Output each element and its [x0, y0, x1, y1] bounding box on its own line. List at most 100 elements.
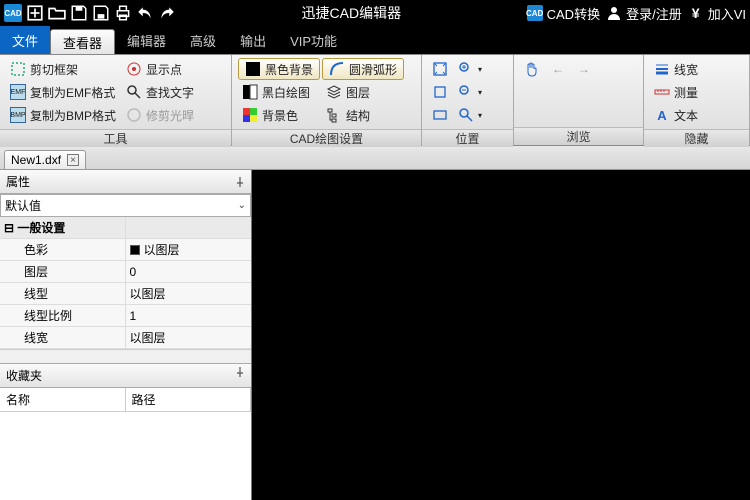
save-icon[interactable]	[70, 4, 88, 22]
ribbon-group-tools: 剪切框架 EMF复制为EMF格式 BMP复制为BMP格式 显示点 查找文字 修剪…	[0, 55, 232, 145]
prop-row-color[interactable]: 色彩以图层	[0, 239, 251, 261]
chevron-down-icon: ⌄	[238, 200, 246, 211]
prop-section[interactable]: ⊟ 一般设置	[0, 217, 251, 239]
favorites-body	[0, 412, 251, 500]
prop-row-layer[interactable]: 图层0	[0, 261, 251, 283]
smooth-arc-button[interactable]: 圆滑弧形	[322, 58, 404, 80]
app-title: 迅捷CAD编辑器	[180, 3, 523, 23]
open-icon[interactable]	[48, 4, 66, 22]
favorites-header: 收藏夹	[0, 363, 251, 388]
pin-icon[interactable]	[235, 177, 245, 187]
prop-row-lweight[interactable]: 线宽以图层	[0, 327, 251, 349]
menu-output[interactable]: 输出	[228, 26, 278, 54]
fit2-icon	[432, 84, 448, 100]
text-button[interactable]: A文本	[650, 104, 702, 126]
ribbon-group-tools-title: 工具	[0, 129, 231, 147]
copy-bmp-button[interactable]: BMP复制为BMP格式	[6, 104, 120, 126]
ribbon-group-cad-title: CAD绘图设置	[232, 129, 421, 147]
prop-row-ltscale[interactable]: 线型比例1	[0, 305, 251, 327]
fav-col-path[interactable]: 路径	[126, 388, 252, 411]
ribbon-group-hide: 线宽 测量 A文本 隐藏	[644, 55, 750, 145]
measure-button[interactable]: 测量	[650, 81, 702, 103]
ribbon: 剪切框架 EMF复制为EMF格式 BMP复制为BMP格式 显示点 查找文字 修剪…	[0, 54, 750, 146]
properties-header: 属性	[0, 170, 251, 194]
copy-emf-button[interactable]: EMF复制为EMF格式	[6, 81, 120, 103]
zoom-in-icon	[458, 61, 474, 77]
menu-viewer[interactable]: 查看器	[50, 29, 115, 54]
find-text-button[interactable]: 查找文字	[122, 81, 198, 103]
menu-vip[interactable]: VIP功能	[278, 26, 349, 54]
ribbon-group-position-title: 位置	[422, 129, 513, 147]
structure-icon	[326, 107, 342, 123]
pos-btn-3[interactable]	[428, 104, 452, 126]
new-icon[interactable]	[26, 4, 44, 22]
arc-icon	[329, 61, 345, 77]
document-tab[interactable]: New1.dxf ×	[4, 150, 86, 169]
linewidth-button[interactable]: 线宽	[650, 58, 702, 80]
layer-icon	[326, 84, 342, 100]
side-panel: 属性 默认值 ⌄ ⊟ 一般设置 色彩以图层 图层0 线型以图层 线型比例1 线宽…	[0, 170, 252, 500]
ribbon-group-hide-title: 隐藏	[644, 129, 749, 147]
ribbon-group-position: ▾ ▾ ▾ 位置	[422, 55, 514, 145]
fit-icon	[432, 61, 448, 77]
chevron-down-icon: ▾	[478, 65, 482, 74]
menu-file[interactable]: 文件	[0, 26, 50, 54]
color-swatch	[130, 245, 140, 255]
titlebar: CAD 迅捷CAD编辑器 CADCAD转换 登录/注册 ¥加入VI	[0, 0, 750, 26]
document-tabs: New1.dxf ×	[0, 146, 750, 170]
bw-icon	[242, 84, 258, 100]
prop-row-linetype[interactable]: 线型以图层	[0, 283, 251, 305]
titlebar-right: CADCAD转换 登录/注册 ¥加入VI	[523, 0, 750, 26]
layer-button[interactable]: 图层	[322, 81, 404, 103]
trim-disc-button: 修剪光晘	[122, 104, 198, 126]
search-icon	[126, 84, 142, 100]
cut-frame-button[interactable]: 剪切框架	[6, 58, 120, 80]
structure-button[interactable]: 结构	[322, 104, 404, 126]
pin-icon[interactable]	[235, 367, 245, 384]
ribbon-group-cad: 黑色背景 黑白绘图 背景色 圆滑弧形 图层 结构 CAD绘图设置	[232, 55, 422, 145]
zoom-out-icon	[458, 84, 474, 100]
nav-fwd-button: →	[572, 58, 596, 80]
pos-btn-4[interactable]: ▾	[454, 58, 486, 80]
fit3-icon	[432, 107, 448, 123]
favorites-title: 收藏夹	[6, 367, 42, 384]
ribbon-group-browse-title: 浏览	[514, 127, 643, 145]
show-point-button[interactable]: 显示点	[122, 58, 198, 80]
menu-editor[interactable]: 编辑器	[115, 26, 178, 54]
join-button[interactable]: ¥加入VI	[688, 4, 746, 23]
pos-btn-2[interactable]	[428, 81, 452, 103]
black-bg-button[interactable]: 黑色背景	[238, 58, 320, 80]
pan-button[interactable]	[520, 58, 544, 80]
login-button[interactable]: 登录/注册	[606, 4, 682, 23]
cad-convert-button[interactable]: CADCAD转换	[527, 4, 600, 23]
saveas-icon[interactable]	[92, 4, 110, 22]
default-combo[interactable]: 默认值 ⌄	[0, 194, 251, 217]
ribbon-group-browse: ← → 浏览	[514, 55, 644, 145]
properties-title: 属性	[6, 173, 30, 190]
document-tab-label: New1.dxf	[11, 153, 61, 167]
redo-icon[interactable]	[158, 4, 176, 22]
undo-icon[interactable]	[136, 4, 154, 22]
menu-advanced[interactable]: 高级	[178, 26, 228, 54]
emf-icon: EMF	[10, 84, 26, 100]
properties-grid: ⊟ 一般设置 色彩以图层 图层0 线型以图层 线型比例1 线宽以图层	[0, 217, 251, 349]
black-bg-icon	[245, 61, 261, 77]
disc-icon	[126, 107, 142, 123]
arrow-right-icon: →	[576, 61, 592, 77]
bw-draw-button[interactable]: 黑白绘图	[238, 81, 320, 103]
ruler-icon	[654, 84, 670, 100]
drawing-canvas[interactable]	[252, 170, 750, 500]
bg-color-button[interactable]: 背景色	[238, 104, 320, 126]
pos-btn-5[interactable]: ▾	[454, 81, 486, 103]
print-icon[interactable]	[114, 4, 132, 22]
default-combo-label: 默认值	[5, 197, 41, 214]
fav-col-name[interactable]: 名称	[0, 388, 126, 411]
nav-back-button: ←	[546, 58, 570, 80]
pos-btn-6[interactable]: ▾	[454, 104, 486, 126]
pos-btn-1[interactable]	[428, 58, 452, 80]
linewidth-icon	[654, 61, 670, 77]
user-icon	[606, 5, 622, 21]
cad-convert-icon: CAD	[527, 5, 543, 21]
close-icon[interactable]: ×	[67, 154, 79, 166]
zoom-sel-icon	[458, 107, 474, 123]
